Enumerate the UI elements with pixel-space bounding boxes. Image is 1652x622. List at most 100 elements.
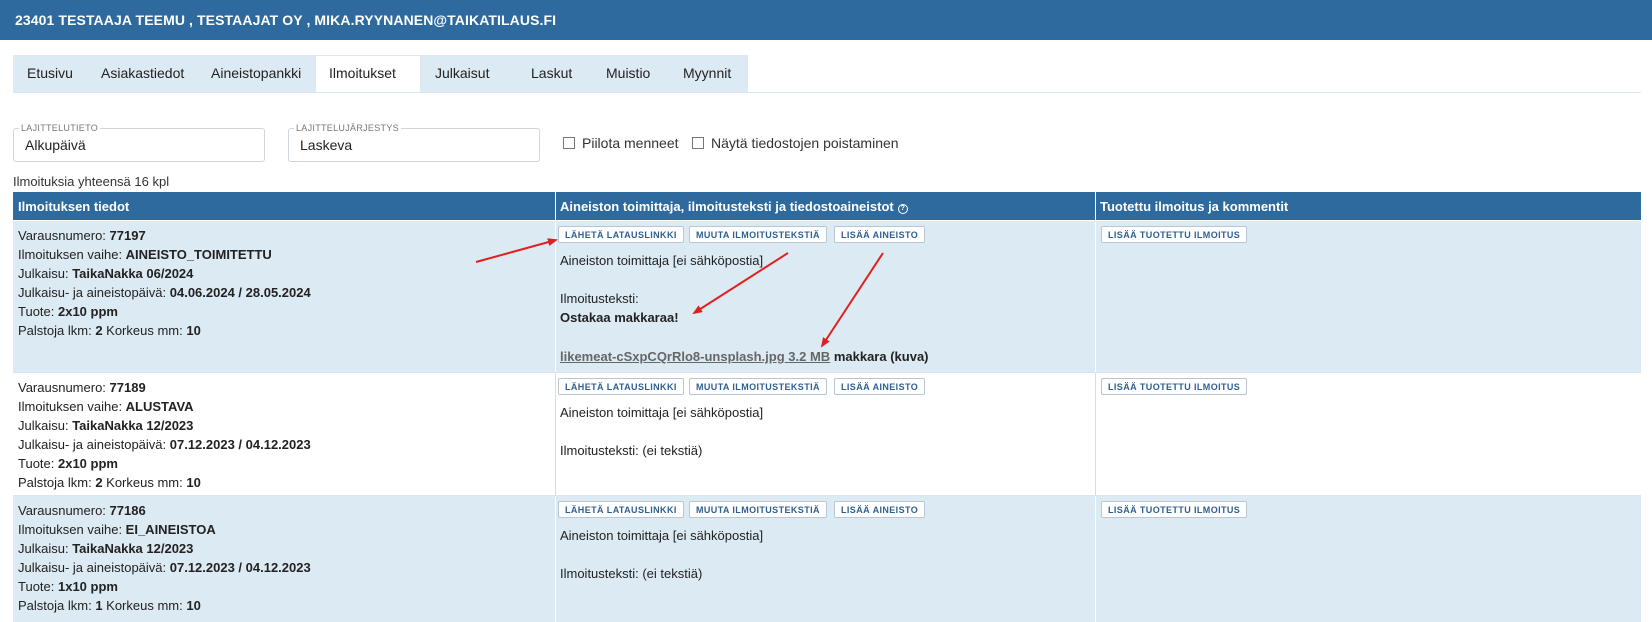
columns-value: 1 bbox=[95, 598, 103, 613]
ad-text-label: Ilmoitusteksti: bbox=[560, 291, 639, 306]
edit-ad-text-button[interactable]: MUUTA ILMOITUSTEKSTIÄ bbox=[689, 501, 827, 518]
stage-label: Ilmoituksen vaihe: bbox=[18, 247, 126, 262]
cell-separator bbox=[1095, 496, 1096, 622]
publication-line: Julkaisu: TaikaNakka 12/2023 bbox=[18, 539, 311, 558]
file-link[interactable]: likemeat-cSxpCQrRlo8-unsplash.jpg 3.2 MB bbox=[560, 349, 830, 364]
columns-label: Palstoja lkm: bbox=[18, 598, 96, 613]
publication-value: TaikaNakka 06/2024 bbox=[72, 266, 194, 281]
hide-past-box[interactable] bbox=[563, 137, 575, 149]
add-material-button[interactable]: LISÄÄ AINEISTO bbox=[834, 501, 926, 518]
reservation-number: 77197 bbox=[109, 228, 146, 243]
ad-info: Varausnumero: 77186 Ilmoituksen vaihe: E… bbox=[18, 501, 311, 615]
edit-ad-text-button[interactable]: MUUTA ILMOITUSTEKSTIÄ bbox=[689, 378, 827, 395]
stage-label: Ilmoituksen vaihe: bbox=[18, 522, 126, 537]
edit-ad-text-button[interactable]: MUUTA ILMOITUSTEKSTIÄ bbox=[689, 226, 827, 243]
add-produced-ad-button[interactable]: LISÄÄ TUOTETTU ILMOITUS bbox=[1101, 378, 1248, 395]
product-label: Tuote: bbox=[18, 456, 58, 471]
publication-label: Julkaisu: bbox=[18, 418, 73, 433]
header-separator bbox=[555, 192, 556, 220]
sort-order-select[interactable]: LAJITTELUJÄRJESTYS Laskeva bbox=[288, 123, 540, 162]
table-row: Varausnumero: 77197 Ilmoituksen vaihe: A… bbox=[13, 221, 1641, 373]
sort-field-select[interactable]: LAJITTELUTIETO Alkupäivä bbox=[13, 123, 265, 162]
product-label: Tuote: bbox=[18, 579, 58, 594]
reservation-line: Varausnumero: 77197 bbox=[18, 226, 311, 245]
table-row: Varausnumero: 77189 Ilmoituksen vaihe: A… bbox=[13, 373, 1641, 496]
size-line: Palstoja lkm: 2 Korkeus mm: 10 bbox=[18, 321, 311, 340]
tab-laskut[interactable]: Laskut bbox=[531, 55, 572, 92]
table-header: Ilmoituksen tiedot Aineiston toimittaja,… bbox=[13, 192, 1641, 220]
sort-order-label: LAJITTELUJÄRJESTYS bbox=[294, 123, 401, 133]
tab-muistio[interactable]: Muistio bbox=[606, 55, 650, 92]
customer-title: 23401 TESTAAJA TEEMU , TESTAAJAT OY , MI… bbox=[15, 12, 557, 28]
sort-field-value: Alkupäivä bbox=[25, 137, 86, 153]
stage-value: ALUSTAVA bbox=[125, 399, 194, 414]
tab-etusivu[interactable]: Etusivu bbox=[27, 55, 73, 92]
publication-line: Julkaisu: TaikaNakka 12/2023 bbox=[18, 416, 311, 435]
product-line: Tuote: 2x10 ppm bbox=[18, 454, 311, 473]
reservation-line: Varausnumero: 77186 bbox=[18, 501, 311, 520]
show-deletions-checkbox[interactable]: Näytä tiedostojen poistaminen bbox=[692, 135, 899, 151]
size-line: Palstoja lkm: 1 Korkeus mm: 10 bbox=[18, 596, 311, 615]
product-value: 2x10 ppm bbox=[57, 304, 118, 319]
help-icon[interactable]: ? bbox=[897, 204, 908, 214]
show-deletions-box[interactable] bbox=[692, 137, 704, 149]
tab-julkaisut[interactable]: Julkaisut bbox=[435, 55, 489, 92]
tab-ilmoitukset[interactable]: Ilmoitukset bbox=[315, 55, 421, 92]
top-bar: 23401 TESTAAJA TEEMU , TESTAAJAT OY , MI… bbox=[0, 0, 1652, 40]
size-line: Palstoja lkm: 2 Korkeus mm: 10 bbox=[18, 473, 311, 492]
sort-field-label: LAJITTELUTIETO bbox=[19, 123, 101, 133]
publication-line: Julkaisu: TaikaNakka 06/2024 bbox=[18, 264, 311, 283]
height-label: Korkeus mm: bbox=[102, 598, 187, 613]
material-supplier: Aineiston toimittaja [ei sähköpostia] bbox=[560, 528, 764, 543]
cell-separator bbox=[1095, 373, 1096, 495]
add-produced-ad-button[interactable]: LISÄÄ TUOTETTU ILMOITUS bbox=[1101, 226, 1248, 243]
dates-value: 07.12.2023 / 04.12.2023 bbox=[169, 437, 311, 452]
publication-label: Julkaisu: bbox=[18, 266, 73, 281]
send-upload-link-button[interactable]: LÄHETÄ LATAUSLINKKI bbox=[558, 501, 684, 518]
dates-label: Julkaisu- ja aineistopäivä: bbox=[18, 285, 170, 300]
reservation-line: Varausnumero: 77189 bbox=[18, 378, 311, 397]
show-deletions-label: Näytä tiedostojen poistaminen bbox=[711, 135, 899, 151]
ad-info: Varausnumero: 77189 Ilmoituksen vaihe: A… bbox=[18, 378, 311, 492]
material-file: likemeat-cSxpCQrRlo8-unsplash.jpg 3.2 MB… bbox=[560, 349, 929, 364]
stage-value: EI_AINEISTOA bbox=[125, 522, 216, 537]
reservation-label: Varausnumero: bbox=[18, 503, 110, 518]
table-row: Varausnumero: 77186 Ilmoituksen vaihe: E… bbox=[13, 496, 1641, 622]
file-name[interactable]: likemeat-cSxpCQrRlo8-unsplash.jpg bbox=[560, 349, 785, 364]
header-separator bbox=[1095, 192, 1096, 220]
file-size[interactable]: 3.2 MB bbox=[788, 349, 830, 364]
send-upload-link-button[interactable]: LÄHETÄ LATAUSLINKKI bbox=[558, 226, 684, 243]
ad-info: Varausnumero: 77197 Ilmoituksen vaihe: A… bbox=[18, 226, 311, 340]
height-label: Korkeus mm: bbox=[102, 475, 187, 490]
columns-label: Palstoja lkm: bbox=[18, 475, 96, 490]
columns-value: 2 bbox=[95, 475, 103, 490]
send-upload-link-button[interactable]: LÄHETÄ LATAUSLINKKI bbox=[558, 378, 684, 395]
dates-label: Julkaisu- ja aineistopäivä: bbox=[18, 437, 170, 452]
publication-value: TaikaNakka 12/2023 bbox=[72, 541, 194, 556]
tab-myynnit[interactable]: Myynnit bbox=[683, 55, 731, 92]
cell-separator bbox=[555, 373, 556, 495]
main-tabs: Etusivu Asiakastiedot Aineistopankki Ilm… bbox=[13, 55, 1641, 93]
dates-value: 07.12.2023 / 04.12.2023 bbox=[169, 560, 311, 575]
reservation-label: Varausnumero: bbox=[18, 380, 110, 395]
tab-asiakastiedot[interactable]: Asiakastiedot bbox=[101, 55, 184, 92]
product-line: Tuote: 1x10 ppm bbox=[18, 577, 311, 596]
columns-label: Palstoja lkm: bbox=[18, 323, 96, 338]
sort-order-value: Laskeva bbox=[300, 137, 353, 153]
height-value: 10 bbox=[186, 323, 201, 338]
cell-separator bbox=[555, 221, 556, 372]
publication-label: Julkaisu: bbox=[18, 541, 73, 556]
column-header-material: Aineiston toimittaja, ilmoitusteksti ja … bbox=[560, 199, 908, 214]
add-produced-ad-button[interactable]: LISÄÄ TUOTETTU ILMOITUS bbox=[1101, 501, 1248, 518]
ad-count: Ilmoituksia yhteensä 16 kpl bbox=[13, 174, 170, 189]
tab-aineistopankki[interactable]: Aineistopankki bbox=[211, 55, 301, 92]
height-value: 10 bbox=[186, 598, 201, 613]
product-value: 1x10 ppm bbox=[57, 579, 118, 594]
height-value: 10 bbox=[186, 475, 201, 490]
dates-line: Julkaisu- ja aineistopäivä: 07.12.2023 /… bbox=[18, 558, 311, 577]
stage-label: Ilmoituksen vaihe: bbox=[18, 399, 126, 414]
publication-value: TaikaNakka 12/2023 bbox=[72, 418, 194, 433]
add-material-button[interactable]: LISÄÄ AINEISTO bbox=[834, 378, 926, 395]
add-material-button[interactable]: LISÄÄ AINEISTO bbox=[834, 226, 926, 243]
hide-past-checkbox[interactable]: Piilota menneet bbox=[563, 135, 679, 151]
